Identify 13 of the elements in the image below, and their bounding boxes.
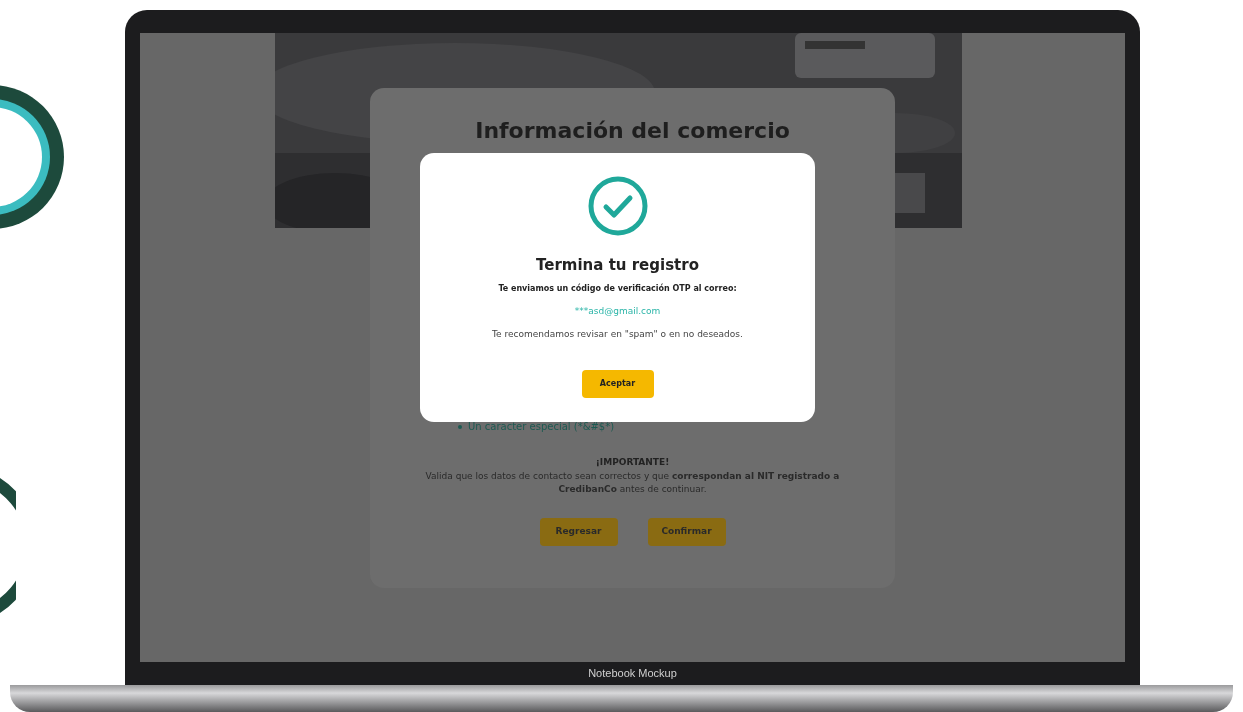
action-button[interactable]: Confirmar [647, 517, 726, 546]
check-circle-icon [586, 175, 649, 237]
dialog-message: Te enviamos un código de verificación OTP al correo: [498, 282, 737, 295]
dialog-note: Te recomendamos revisar en "spam" o en no deseados. [492, 328, 743, 341]
dialog-title: Termina tu registro [536, 255, 699, 276]
action-button[interactable]: Regresar [539, 517, 618, 546]
email-text: ***asd@gmail.com [574, 304, 661, 318]
password-hint: Un caracter especial (*&#$*) [468, 420, 615, 434]
bullet-icon [458, 424, 462, 429]
notice-title: ¡IMPORTANTE! [595, 456, 670, 469]
device-label: Notebook Mockup [588, 666, 677, 682]
accept-button[interactable]: Aceptar [581, 369, 654, 398]
page-title: Información del comercio [475, 117, 790, 145]
